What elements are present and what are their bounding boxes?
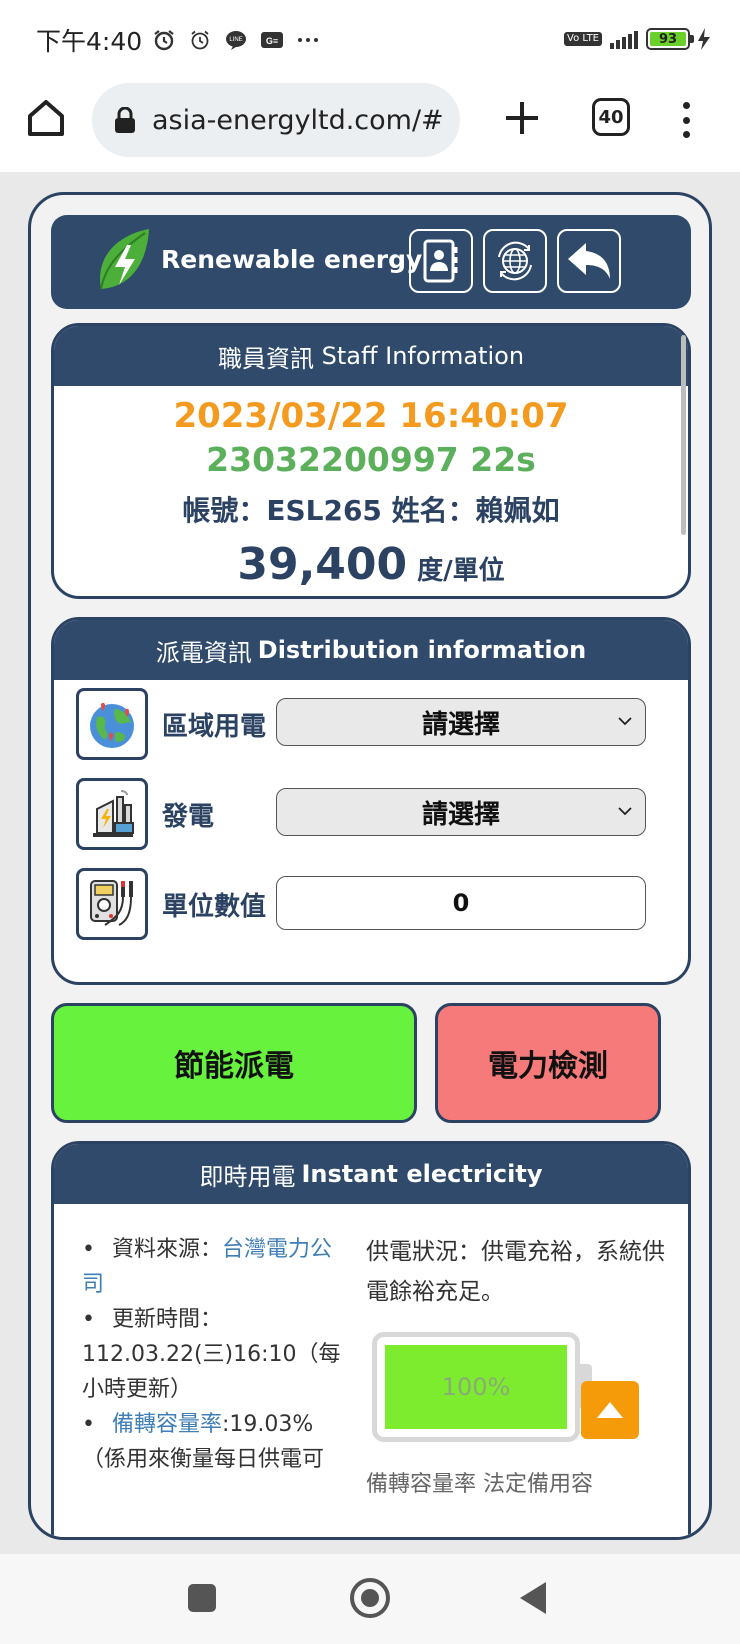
caret-up-icon bbox=[597, 1402, 623, 1418]
power-row: 發電 請選擇 bbox=[76, 776, 676, 852]
new-tab-icon[interactable] bbox=[500, 96, 544, 140]
region-row: 區域用電 請選擇 bbox=[76, 686, 676, 762]
distribution-title-zh: 派電資訊 bbox=[155, 638, 252, 667]
instant-body: • 資料來源：台灣電力公司 • 更新時間： 112.03.22(三)16:10（每小時… bbox=[54, 1204, 688, 1537]
more-notifications-icon bbox=[298, 38, 319, 42]
alarm-outline-icon bbox=[191, 30, 209, 50]
browser-toolbar: asia-energyltd.com/# 40 bbox=[0, 80, 740, 172]
globe-refresh-icon bbox=[498, 241, 532, 281]
power-select-value: 請選擇 bbox=[421, 799, 500, 830]
staff-title-en: Staff Information bbox=[321, 342, 525, 370]
web-page: Renewable energy 職員資訊 Staff Information … bbox=[0, 172, 740, 1554]
distribution-card-header: 派電資訊 Distribution information bbox=[54, 620, 688, 680]
signal-icon bbox=[610, 29, 638, 49]
unit-label: 單位數值 bbox=[162, 891, 267, 922]
back-button[interactable] bbox=[557, 229, 621, 293]
staff-amount-unit: 度/單位 bbox=[417, 556, 505, 586]
scroll-to-top-button[interactable] bbox=[581, 1381, 639, 1439]
charging-icon bbox=[698, 28, 710, 50]
status-notification-icons: LINE G≡ bbox=[152, 28, 320, 52]
staff-info-card: 職員資訊 Staff Information 2023/03/22 16:40:… bbox=[51, 323, 691, 599]
power-plant-icon bbox=[76, 778, 148, 850]
chevron-down-icon bbox=[618, 717, 632, 726]
lock-icon bbox=[115, 107, 135, 133]
unit-row: 單位數值 0 bbox=[76, 866, 676, 942]
leaf-lightning-logo-icon bbox=[100, 229, 149, 290]
battery-icon: 93 bbox=[646, 28, 694, 50]
language-button[interactable] bbox=[483, 229, 547, 293]
scrollbar[interactable] bbox=[681, 335, 686, 535]
power-detect-button[interactable]: 電力檢測 bbox=[435, 1003, 661, 1123]
tab-switcher-button[interactable]: 40 bbox=[592, 98, 630, 136]
staff-amount-value: 39,400 bbox=[237, 539, 408, 590]
status-time: 下午4:40 bbox=[36, 27, 143, 56]
power-detect-label: 電力檢測 bbox=[488, 1049, 608, 1084]
supply-status: 供電狀況：供電充裕，系統供電餘裕充足。 bbox=[366, 1239, 665, 1305]
distribution-card: 派電資訊 Distribution information 區域用電 請選擇 發電 bbox=[51, 617, 691, 985]
region-select-value: 請選擇 bbox=[421, 709, 500, 740]
region-select[interactable]: 請選擇 bbox=[276, 698, 646, 746]
contact-book-icon bbox=[423, 239, 458, 283]
multimeter-icon bbox=[76, 868, 148, 940]
status-bar: 下午4:40 LINE G≡ Vo LTE 93 bbox=[0, 0, 740, 80]
supply-battery-gauge: 100% bbox=[372, 1332, 580, 1442]
home-icon[interactable] bbox=[24, 96, 68, 140]
reserve-note: （係用來衡量每日供電可 bbox=[82, 1447, 325, 1472]
update-value: 112.03.22(三)16:10（每小時更新） bbox=[82, 1342, 341, 1402]
recent-apps-button[interactable] bbox=[188, 1584, 216, 1612]
list-item: • 備轉容量率:19.03% （係用來衡量每日供電可 bbox=[82, 1412, 325, 1472]
line-app-icon: LINE bbox=[226, 31, 247, 50]
volte-icon: Vo LTE bbox=[564, 32, 602, 46]
globe-map-icon bbox=[76, 688, 148, 760]
translate-app-icon: G≡ bbox=[261, 32, 284, 48]
android-nav-bar bbox=[0, 1554, 740, 1644]
instant-title-en: Instant electricity bbox=[301, 1160, 543, 1188]
battery-level: 93 bbox=[650, 32, 686, 47]
list-item: • 更新時間： 112.03.22(三)16:10（每小時更新） bbox=[82, 1307, 341, 1402]
staff-title-zh: 職員資訊 bbox=[217, 344, 314, 373]
home-button[interactable] bbox=[350, 1578, 390, 1618]
energy-dispatch-button[interactable]: 節能派電 bbox=[51, 1003, 417, 1123]
reserve-value: :19.03% bbox=[222, 1412, 314, 1437]
reserve-caption: 備轉容量率 法定備用容 bbox=[366, 1472, 593, 1497]
brand-name: Renewable energy bbox=[161, 245, 423, 274]
header-banner: Renewable energy bbox=[51, 215, 691, 309]
unit-value-input[interactable]: 0 bbox=[276, 876, 646, 930]
source-label: 資料來源： bbox=[112, 1237, 223, 1262]
region-label: 區域用電 bbox=[162, 711, 267, 742]
reserve-link[interactable]: 備轉容量率 bbox=[112, 1412, 222, 1437]
supply-battery-level: 100% bbox=[385, 1345, 567, 1429]
update-label: 更新時間： bbox=[112, 1307, 223, 1332]
power-label: 發電 bbox=[162, 801, 215, 832]
staff-datetime: 2023/03/22 16:40:07 bbox=[173, 396, 569, 436]
instant-electricity-card: 即時用電 Instant electricity • 資料來源：台灣電力公司 • 更新… bbox=[51, 1141, 691, 1537]
url-text: asia-energyltd.com/# bbox=[152, 104, 444, 136]
contacts-button[interactable] bbox=[409, 229, 473, 293]
svg-text:LINE: LINE bbox=[229, 37, 242, 43]
back-nav-button[interactable] bbox=[520, 1582, 546, 1614]
instant-card-header: 即時用電 Instant electricity bbox=[54, 1144, 688, 1204]
list-item: • 資料來源：台灣電力公司 bbox=[82, 1237, 333, 1297]
status-system-icons: Vo LTE 93 bbox=[564, 28, 710, 50]
staff-account: 帳號：ESL265 姓名：賴姵如 bbox=[182, 494, 560, 527]
staff-amount: 39,400 度/單位 bbox=[54, 539, 688, 590]
distribution-title-en: Distribution information bbox=[257, 636, 587, 664]
alarm-icon bbox=[154, 30, 174, 51]
instant-info-list: • 資料來源：台灣電力公司 • 更新時間： 112.03.22(三)16:10（每小時… bbox=[82, 1232, 352, 1477]
power-select[interactable]: 請選擇 bbox=[276, 788, 646, 836]
svg-text:G≡: G≡ bbox=[266, 36, 278, 46]
staff-card-header: 職員資訊 Staff Information bbox=[54, 326, 688, 386]
address-bar[interactable]: asia-energyltd.com/# bbox=[92, 83, 460, 157]
instant-title-zh: 即時用電 bbox=[199, 1162, 296, 1191]
browser-menu-icon[interactable] bbox=[674, 98, 698, 142]
app-frame: Renewable energy 職員資訊 Staff Information … bbox=[28, 192, 712, 1540]
chevron-down-icon bbox=[618, 807, 632, 816]
reply-arrow-icon bbox=[568, 243, 610, 279]
energy-dispatch-label: 節能派電 bbox=[174, 1049, 294, 1084]
staff-serial: 23032200997 22s bbox=[206, 440, 536, 479]
